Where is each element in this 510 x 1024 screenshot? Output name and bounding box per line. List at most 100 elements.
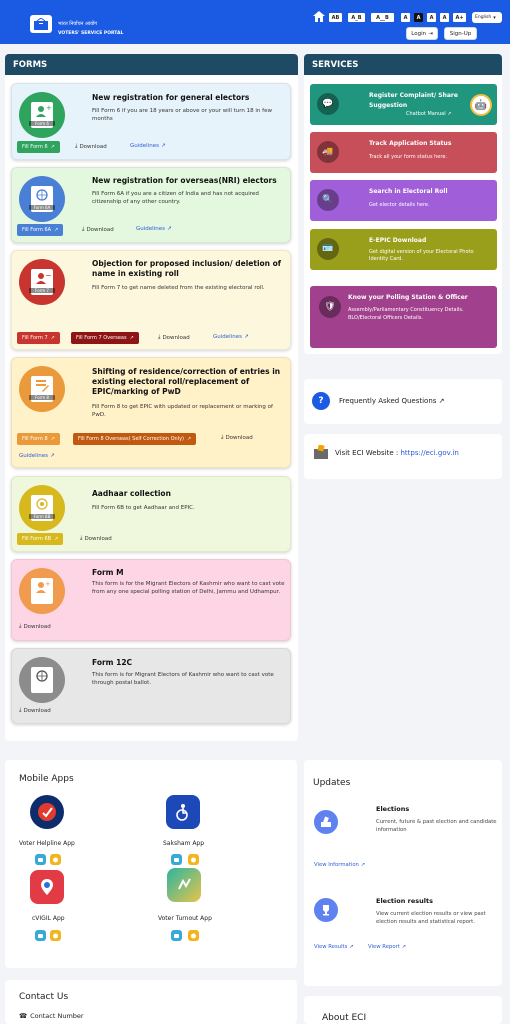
android-icon[interactable] — [171, 854, 182, 865]
form-7-download-link[interactable]: ⤓ Download — [158, 334, 190, 341]
login-label: Login — [411, 30, 427, 37]
view-report-label: View Report — [368, 944, 400, 950]
chatbot-manual-link[interactable]: Chatbot Manual ↗ — [406, 111, 510, 118]
fill-form-8-button[interactable]: Fill Form 8 ↗ — [17, 433, 60, 445]
form-8-card: Form 8 Shifting of residence/correction … — [11, 357, 291, 468]
android-icon[interactable] — [35, 930, 46, 941]
apple-icon[interactable] — [50, 930, 61, 941]
eci-logo[interactable] — [30, 15, 52, 33]
view-report-link[interactable]: View Report ↗ — [368, 944, 406, 950]
fill-form-8-overseas-button[interactable]: Fill Form 8 Overseas( Self Correction On… — [73, 433, 197, 445]
form-7-icon: − Form 7 — [19, 259, 65, 305]
form-6b-download-link[interactable]: ⤓ Download — [80, 535, 112, 542]
form-m-icon: + — [19, 568, 65, 614]
form-8-download-link[interactable]: ⤓ Download — [221, 434, 253, 441]
contrast-dark-button[interactable]: A — [414, 13, 423, 22]
form-7-icon-label: Form 7 — [29, 288, 55, 293]
updates-panel: Updates Elections Current, future & past… — [304, 760, 502, 986]
voter-helpline-app-name: Voter Helpline App — [19, 840, 75, 847]
form-6b-download-label: Download — [84, 535, 112, 542]
form-6-guidelines-label: Guidelines — [130, 143, 159, 149]
form-m-title: Form M — [92, 568, 124, 577]
form-6b-desc: Fill Form 6B to get Aadhaar and EPIC. — [92, 505, 195, 511]
fill-form-6a-button[interactable]: Fill Form 6A ↗ — [17, 224, 64, 236]
voter-turnout-app-icon[interactable] — [167, 868, 201, 902]
download-icon: ⤓ — [19, 707, 22, 713]
mobile-apps-panel: Mobile Apps Voter Helpline App Saksham A… — [5, 760, 297, 968]
service-track-title: Track Application Status — [369, 140, 452, 147]
form-7-download-label: Download — [162, 334, 190, 341]
service-search-roll[interactable]: 🔍 Search in Electoral Roll Get elector d… — [310, 180, 497, 221]
view-results-label: View Results — [314, 944, 348, 950]
search-list-icon: 🔍 — [317, 189, 339, 211]
service-e-epic-title: E-EPIC Download — [369, 237, 427, 244]
contrast-light-button[interactable]: A — [401, 13, 410, 22]
service-e-epic-desc: Get digital version of your Electoral Ph… — [369, 249, 474, 262]
font-size-small-button[interactable]: A — [427, 13, 436, 22]
contact-number-row: ☎ Contact Number — [19, 1012, 84, 1020]
home-icon[interactable] — [313, 11, 325, 22]
form-7-guidelines-link[interactable]: Guidelines ↗ — [213, 334, 249, 340]
external-link-icon: ↗ — [187, 436, 192, 442]
android-icon[interactable] — [171, 930, 182, 941]
font-size-ab-button[interactable]: AB — [329, 13, 342, 22]
chatbot-avatar-icon[interactable]: 🤖 — [470, 94, 492, 116]
service-polling-title: Know your Polling Station & Officer — [348, 294, 468, 301]
form-6-guidelines-link[interactable]: Guidelines ↗ — [130, 143, 166, 149]
logo-title: VOTERS' SERVICE PORTAL — [58, 31, 124, 36]
form-6b-card: Form 8B Aadhaar collection Fill Form 6B … — [11, 476, 291, 552]
cvigil-app-name: cVIGIL App — [32, 915, 65, 922]
service-track-application[interactable]: 🚚 Track Application Status Track all you… — [310, 132, 497, 173]
service-register-complaint[interactable]: 💬 Register Complaint/ Share Suggestion C… — [310, 84, 497, 125]
external-link-icon: ↗ — [349, 944, 354, 950]
ballot-icon — [314, 810, 338, 834]
updates-heading: Updates — [313, 778, 351, 788]
form-m-download-link[interactable]: ⤓ Download — [19, 623, 51, 630]
forms-heading: FORMS — [5, 54, 298, 75]
about-panel: About ECI — [304, 996, 502, 1024]
login-button[interactable]: Login ⇥ — [406, 27, 438, 40]
language-select[interactable]: English ▾ — [472, 12, 502, 23]
faq-link[interactable]: Frequently Asked Questions ↗ — [339, 397, 445, 405]
form-12c-download-link[interactable]: ⤓ Download — [19, 707, 51, 714]
service-e-epic[interactable]: 🪪 E-EPIC Download Get digital version of… — [310, 229, 497, 270]
fill-form-6-button[interactable]: Fill Form 6 ↗ — [17, 141, 60, 153]
service-polling-station[interactable]: 🛡 Know your Polling Station & Officer As… — [310, 286, 497, 348]
font-size-a-b-button[interactable]: A_B — [348, 13, 365, 22]
form-7-desc: Fill Form 7 to get name deleted from the… — [92, 285, 265, 291]
form-6a-guidelines-link[interactable]: Guidelines ↗ — [136, 226, 172, 232]
saksham-app-icon[interactable] — [166, 795, 200, 829]
font-size-a--b-button[interactable]: A__B — [371, 13, 394, 22]
faq-panel[interactable]: ? Frequently Asked Questions ↗ — [304, 379, 502, 424]
view-results-link[interactable]: View Results ↗ — [314, 944, 354, 950]
signup-button[interactable]: Sign-Up — [444, 27, 477, 40]
cvigil-app-icon[interactable] — [30, 870, 64, 904]
elections-title: Elections — [376, 805, 410, 813]
form-6a-download-link[interactable]: ⤓ Download — [82, 226, 114, 233]
contact-number-label: Contact Number — [30, 1012, 84, 1020]
apple-icon[interactable] — [188, 854, 199, 865]
eci-website-link[interactable]: https://eci.gov.in — [400, 449, 458, 457]
apple-icon[interactable] — [188, 930, 199, 941]
service-track-desc: Track all your form status here. — [369, 154, 447, 160]
android-icon[interactable] — [35, 854, 46, 865]
apple-icon[interactable] — [50, 854, 61, 865]
form-6-download-link[interactable]: ⤓ Download — [75, 143, 107, 150]
eci-website-panel: Visit ECI Website : https://eci.gov.in — [304, 434, 502, 479]
form-8-guidelines-link[interactable]: Guidelines ↗ — [19, 453, 55, 459]
font-size-increase-button[interactable]: A+ — [453, 13, 466, 22]
external-link-icon: ↗ — [447, 111, 452, 117]
fill-form-6a-label: Fill Form 6A — [22, 227, 52, 233]
fill-form-7-button[interactable]: Fill Form 7 ↗ — [17, 332, 60, 344]
form-6a-guidelines-label: Guidelines — [136, 226, 165, 232]
fill-form-7-overseas-button[interactable]: Fill Form 7 Overseas ↗ — [71, 332, 139, 344]
voter-helpline-app-icon[interactable] — [30, 795, 64, 829]
form-m-desc: This form is for the Migrant Electors of… — [92, 581, 285, 595]
view-information-link[interactable]: View Information ↗ — [314, 862, 365, 868]
form-7-guidelines-label: Guidelines — [213, 334, 242, 340]
font-size-normal-button[interactable]: A — [440, 13, 449, 22]
form-6b-icon: Form 8B — [19, 485, 65, 531]
form-8-title: Shifting of residence/correction of entr… — [92, 367, 281, 396]
external-link-icon: ↗ — [50, 335, 55, 341]
fill-form-6b-button[interactable]: Fill Form 6B ↗ — [17, 533, 64, 545]
